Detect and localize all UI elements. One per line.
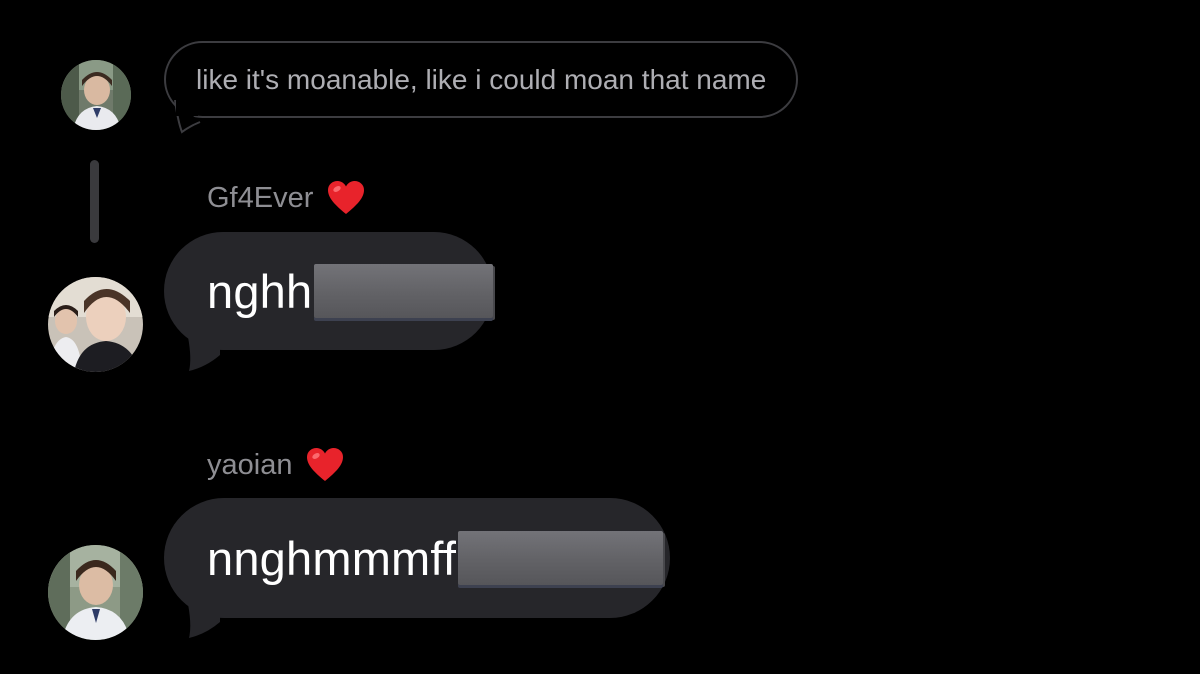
quoted-bubble-tail <box>174 100 201 134</box>
reply-author-avatar[interactable] <box>61 60 131 130</box>
redaction-block <box>314 264 493 318</box>
avatar-photo <box>48 277 143 372</box>
reply-thread-line <box>90 160 99 243</box>
red-heart-icon <box>307 448 344 481</box>
sender-name: yaoian <box>207 448 293 481</box>
red-heart-icon <box>328 181 365 214</box>
sender-avatar[interactable] <box>48 277 143 372</box>
redaction-block <box>458 531 664 585</box>
message-text: nnghmmmff <box>207 531 457 585</box>
sender-name: Gf4Ever <box>207 181 314 214</box>
avatar-photo <box>48 545 143 640</box>
message-bubble-tail <box>188 604 220 638</box>
message-bubble[interactable]: nnghmmmff <box>164 498 670 618</box>
message-sender: Gf4Ever <box>207 180 365 216</box>
sender-avatar[interactable] <box>48 545 143 640</box>
quoted-message-text: like it's moanable, like i could moan th… <box>196 63 767 95</box>
quoted-message[interactable]: like it's moanable, like i could moan th… <box>164 41 799 118</box>
message-sender: yaoian <box>207 447 344 483</box>
message-bubble-tail <box>188 337 220 371</box>
message-bubble[interactable]: nghh <box>164 232 493 350</box>
avatar-photo <box>61 60 131 130</box>
message-text: nghh <box>207 264 313 318</box>
